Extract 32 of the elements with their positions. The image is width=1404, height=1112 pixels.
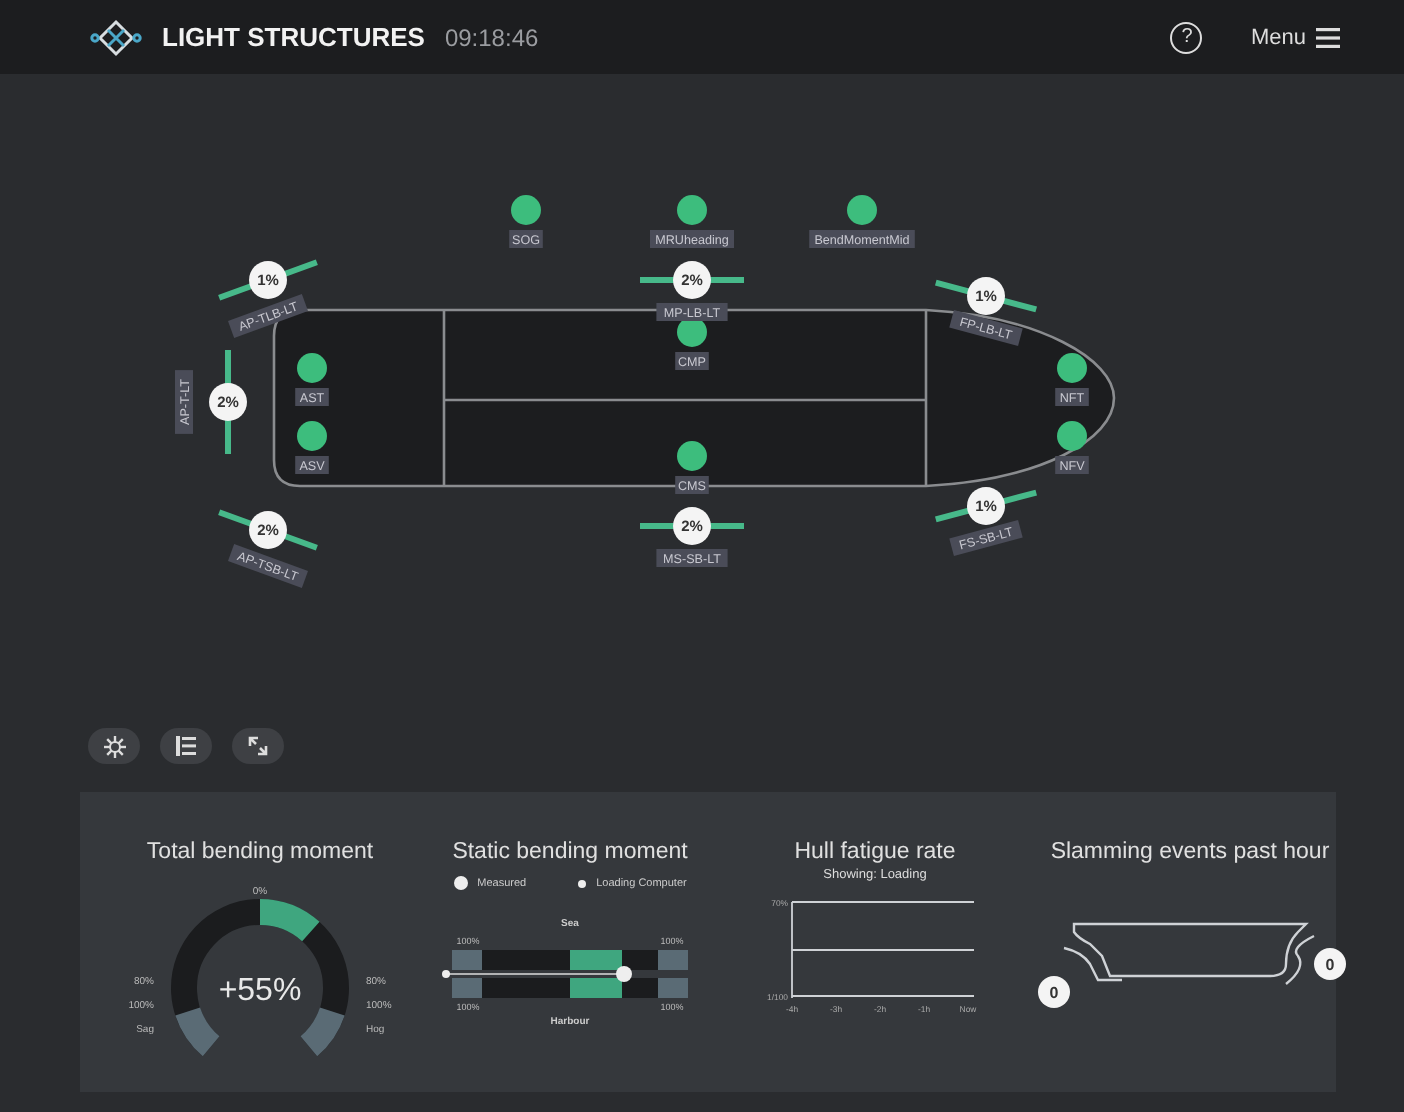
sensor-icon[interactable] [677,195,707,225]
sensor-icon[interactable] [297,353,327,383]
settings-icon [103,735,125,757]
logo-icon [90,17,142,57]
panel-title: Total bending moment [146,840,374,864]
expand-button[interactable] [232,728,284,764]
sensor-icon[interactable] [511,195,541,225]
clock-time: 09:18:46 [444,23,539,51]
measured-legend-icon [453,876,468,890]
settings-button[interactable] [88,728,140,764]
count-badge: 0 [1314,948,1346,980]
menu-button[interactable]: Menu [1246,21,1344,53]
loading-legend-icon [578,879,587,887]
bending-value: +55% [218,974,302,1008]
panel-title: Hull fatigue rate [794,840,956,864]
sensor-icon[interactable] [847,195,877,225]
measured-marker [616,966,632,982]
list-icon [176,736,196,756]
loading-marker [442,970,450,978]
panel-title: Static bending moment [452,840,688,864]
count-badge: 0 [1038,976,1070,1008]
sensor-icon[interactable] [1057,421,1087,451]
panel-title: Slamming events past hour [1050,840,1330,864]
list-button[interactable] [160,728,212,764]
sensor-icon[interactable] [1057,353,1087,383]
sensor-icon[interactable] [297,421,327,451]
sensor-icon[interactable] [677,441,707,471]
sensor-icon[interactable] [677,317,707,347]
help-icon[interactable]: ? [1170,21,1203,53]
expand-icon [248,736,268,756]
menu-icon [1316,27,1340,47]
app-title: LIGHT STRUCTURES [162,22,425,52]
